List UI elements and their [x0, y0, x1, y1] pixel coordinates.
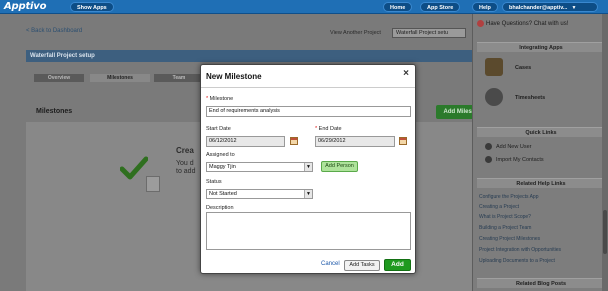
milestone-label: * Milestone — [206, 96, 233, 102]
chat-link[interactable]: Have Questions? Chat with us! — [477, 20, 568, 27]
apptivo-logo[interactable]: Apptivo — [4, 1, 46, 12]
scrollbar-thumb[interactable] — [603, 210, 607, 254]
help-link[interactable]: Project Integration with Opportunities — [479, 247, 561, 253]
tab-milestones[interactable]: Milestones — [90, 74, 150, 82]
dialog-divider — [201, 87, 415, 88]
assigned-to-value: Maggy Tjin — [209, 164, 236, 170]
end-date-label: * End Date — [315, 126, 342, 132]
chevron-down-icon: ▼ — [571, 5, 577, 11]
user-menu-button[interactable]: bhalchander@apptiv... ▼ — [502, 2, 598, 12]
user-menu-label: bhalchander@apptiv... — [509, 5, 568, 11]
cases-icon[interactable] — [485, 58, 503, 76]
chevron-down-icon: ▼ — [304, 163, 312, 171]
help-button[interactable]: Help — [472, 2, 498, 12]
project-panel-title: Waterfall Project setup — [26, 50, 472, 62]
end-date-value: 06/29/2012 — [318, 138, 346, 144]
project-select-value: Waterfall Project setu — [396, 30, 449, 36]
description-textarea[interactable] — [206, 212, 411, 250]
timesheets-icon[interactable] — [485, 88, 503, 106]
check-icon — [120, 156, 148, 180]
user-icon — [485, 143, 492, 150]
document-icon — [146, 176, 160, 192]
status-value: Not Started — [209, 191, 237, 197]
cases-app-label[interactable]: Cases — [515, 65, 531, 71]
end-date-input[interactable]: 06/29/2012 — [315, 136, 395, 147]
tab-team[interactable]: Team — [154, 74, 204, 82]
related-help-heading: Related Help Links — [477, 178, 605, 188]
home-label: Home — [390, 5, 406, 11]
contacts-icon — [485, 156, 492, 163]
milestone-input-value: End of requirements analysis — [209, 108, 280, 114]
help-link[interactable]: Configure the Projects App — [479, 194, 538, 200]
assigned-to-label: Assigned to — [206, 152, 235, 158]
milestone-label-text: Milestone — [209, 96, 234, 102]
tab-overview[interactable]: Overview — [34, 74, 84, 82]
timesheets-app-label[interactable]: Timesheets — [515, 95, 545, 101]
quick-links-heading: Quick Links — [477, 127, 605, 137]
page-scrollbar[interactable] — [602, 14, 608, 291]
import-contacts-label: Import My Contacts — [496, 156, 544, 163]
start-date-value: 06/12/2012 — [209, 138, 237, 144]
project-select[interactable]: Waterfall Project setu — [392, 28, 466, 38]
app-store-button[interactable]: App Store — [420, 2, 461, 12]
view-another-project-label: View Another Project — [330, 30, 381, 36]
help-link[interactable]: Creating Project Milestones — [479, 236, 540, 242]
end-date-label-text: End Date — [318, 126, 342, 132]
help-label: Help — [479, 5, 491, 11]
chat-label: Have Questions? Chat with us! — [486, 21, 569, 28]
new-milestone-dialog: New Milestone × * Milestone End of requi… — [200, 64, 416, 274]
milestones-heading: Milestones — [36, 108, 73, 115]
create-milestone-text-1: You d — [176, 160, 194, 167]
right-sidebar: Have Questions? Chat with us! Integratin… — [472, 14, 608, 291]
add-person-button[interactable]: Add Person — [321, 161, 358, 172]
back-to-dashboard-link[interactable]: < Back to Dashboard — [26, 28, 82, 34]
status-select[interactable]: Not Started ▼ — [206, 189, 313, 199]
cancel-link[interactable]: Cancel — [321, 261, 340, 267]
chevron-down-icon: ▼ — [304, 190, 312, 198]
import-contacts-link[interactable]: Import My Contacts — [485, 156, 544, 163]
close-icon[interactable]: × — [403, 69, 409, 79]
milestone-input[interactable]: End of requirements analysis — [206, 106, 411, 117]
add-new-user-label: Add New User — [496, 143, 532, 150]
calendar-icon[interactable] — [290, 137, 298, 145]
top-bar: Apptivo Show Apps Home App Store Help bh… — [0, 0, 608, 14]
assigned-to-select[interactable]: Maggy Tjin ▼ — [206, 162, 313, 172]
add-button[interactable]: Add — [384, 259, 411, 271]
help-link[interactable]: Building a Project Team — [479, 225, 531, 231]
show-apps-label: Show Apps — [77, 5, 107, 11]
dialog-title: New Milestone — [206, 72, 262, 81]
create-milestone-heading: Crea — [176, 146, 194, 155]
status-label: Status — [206, 179, 222, 185]
add-tasks-button[interactable]: Add Tasks — [344, 260, 380, 271]
help-link[interactable]: Uploading Documents to a Project — [479, 258, 555, 264]
description-label: Description — [206, 205, 234, 211]
add-new-user-link[interactable]: Add New User — [485, 143, 531, 150]
home-button[interactable]: Home — [383, 2, 413, 12]
calendar-icon[interactable] — [399, 137, 407, 145]
chat-icon — [477, 20, 484, 27]
integrating-apps-heading: Integrating Apps — [477, 42, 605, 52]
app-store-label: App Store — [427, 5, 454, 11]
start-date-input[interactable]: 06/12/2012 — [206, 136, 285, 147]
related-blog-heading: Related Blog Posts — [477, 278, 605, 288]
show-apps-button[interactable]: Show Apps — [70, 2, 114, 12]
start-date-label: Start Date — [206, 126, 231, 132]
create-milestone-text-2: to add — [176, 168, 196, 175]
help-link[interactable]: What is Project Scope? — [479, 214, 531, 220]
help-link[interactable]: Creating a Project — [479, 204, 519, 210]
